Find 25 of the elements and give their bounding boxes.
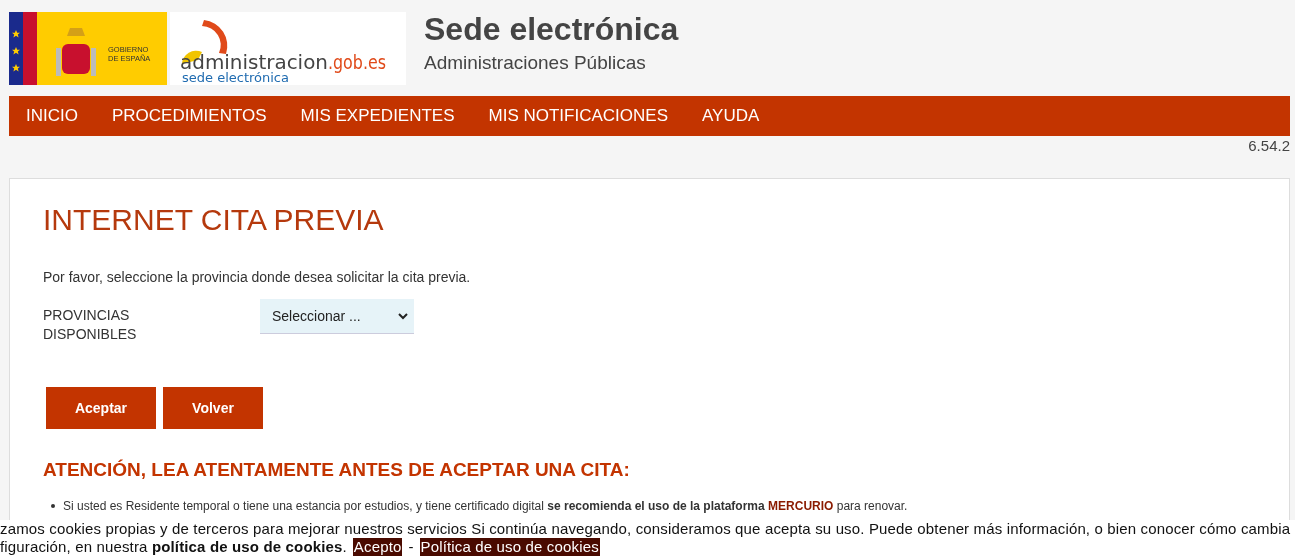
intro-text: Por favor, seleccione la provincia donde desea solicitar la cita previa. [43, 269, 472, 285]
province-select[interactable]: Seleccionar ... [260, 299, 414, 334]
form-button[interactable]: Aceptar [46, 387, 156, 429]
chevron-down-icon [398, 312, 408, 320]
warning-heading: ATENCIÓN, LEA ATENTAMENTE ANTES DE ACEPTAR UNA CITA: [43, 459, 631, 481]
site-subtitle: Administraciones Públicas [424, 52, 647, 74]
notice-text: Si usted es Residente temporal o tiene una estancia por estudios, y tiene certificado digital se recomienda el uso de la plataforma MERCURIO para renovar. [63, 499, 908, 513]
form-button[interactable]: Volver [163, 387, 263, 429]
page-title: INTERNET CITA PREVIA [43, 203, 385, 237]
mercurio-link[interactable]: MERCURIO [768, 499, 834, 513]
nav-link[interactable]: MIS EXPEDIENTES [283, 96, 472, 136]
cookie-text: zamos cookies propias y de terceros para mejorar nuestros servicios Si continúa navegando, consideramos que acepta su uso. Puede obtener más información, o bien conocer cómo cambia [0, 520, 1291, 538]
version-text: 6.54.2 [1248, 137, 1290, 154]
cookie-policy-link[interactable]: Política de uso de cookies [419, 538, 600, 556]
bullet-icon [51, 504, 55, 508]
site-title: Sede electrónica [424, 12, 679, 46]
separator-text: - [408, 538, 414, 556]
nav-link[interactable]: INICIO [9, 96, 95, 136]
accept-link[interactable]: Acepto [352, 538, 403, 556]
field-label: PROVINCIAS DISPONIBLES [43, 306, 138, 344]
nav-link[interactable]: AYUDA [685, 96, 777, 136]
nav-link[interactable]: PROCEDIMIENTOS [94, 96, 284, 136]
nav-link[interactable]: MIS NOTIFICACIONES [471, 96, 685, 136]
cookie-text: figuración, en nuestra política de uso de cookies. [0, 538, 347, 556]
administracion-logo: administracion.gob.es sede electrónica [170, 12, 406, 85]
